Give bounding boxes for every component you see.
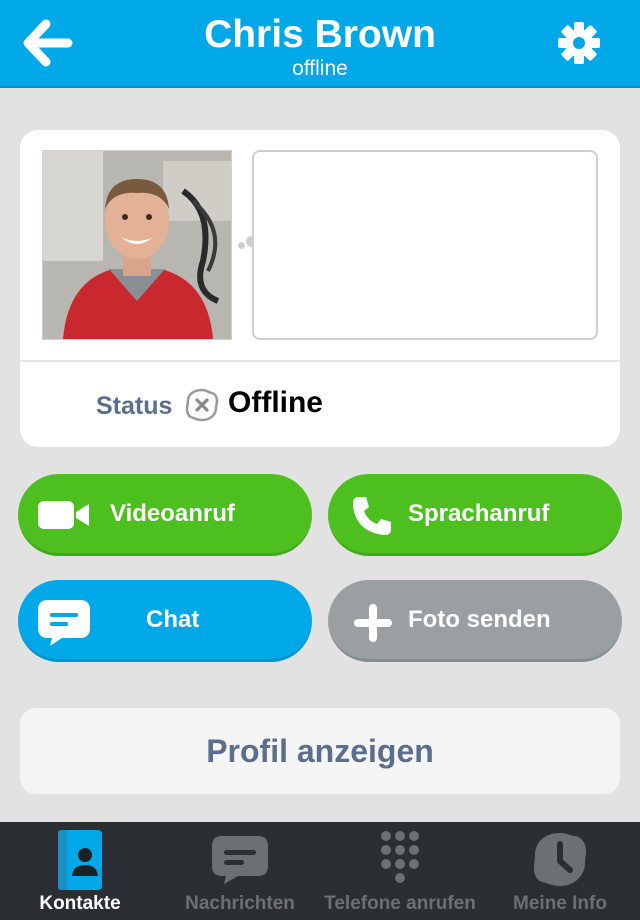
phone-icon — [353, 497, 391, 535]
dialpad-icon — [381, 831, 419, 883]
tab-call-phones[interactable]: Telefone anrufen — [320, 822, 480, 920]
tab-label: Nachrichten — [185, 893, 295, 914]
send-photo-label: Foto senden — [408, 606, 551, 633]
tab-label: Kontakte — [39, 893, 121, 914]
settings-button[interactable] — [552, 16, 606, 70]
offline-x-icon — [185, 388, 219, 422]
tab-messages[interactable]: Nachrichten — [160, 822, 320, 920]
plus-icon — [354, 604, 392, 642]
status-value: Offline — [228, 386, 323, 419]
status-label: Status — [96, 392, 173, 420]
page-title: Chris Brown — [204, 13, 436, 56]
page-subtitle: offline — [292, 57, 348, 80]
tab-my-info[interactable]: Meine Info — [480, 822, 640, 920]
speech-dot — [238, 242, 245, 249]
send-photo-button[interactable]: Foto senden — [328, 580, 622, 662]
tab-bar: Kontakte Nachrichten Telefone anrufen Me… — [0, 822, 640, 920]
tab-label: Telefone anrufen — [324, 893, 476, 914]
gear-icon — [558, 22, 600, 64]
tab-label: Meine Info — [513, 893, 607, 914]
chat-label: Chat — [146, 606, 200, 633]
video-call-label: Videoanruf — [110, 500, 235, 527]
chat-button[interactable]: Chat — [18, 580, 312, 662]
contacts-icon — [58, 830, 102, 890]
voice-call-button[interactable]: Sprachanruf — [328, 474, 622, 556]
video-camera-icon — [38, 501, 89, 529]
mood-message-box — [252, 150, 598, 340]
divider — [20, 360, 620, 362]
voice-call-label: Sprachanruf — [408, 500, 550, 527]
avatar-photo — [43, 151, 231, 339]
chat-bubble-icon — [38, 600, 90, 646]
video-call-button[interactable]: Videoanruf — [18, 474, 312, 556]
tab-contacts[interactable]: Kontakte — [0, 822, 160, 920]
view-profile-button[interactable]: Profil anzeigen — [20, 708, 620, 794]
chat-bubble-icon — [212, 836, 268, 884]
skype-clock-icon — [534, 833, 586, 886]
avatar[interactable] — [42, 150, 232, 340]
profile-card: Status Offline — [20, 130, 620, 447]
top-bar: Chris Brown offline — [0, 0, 640, 88]
